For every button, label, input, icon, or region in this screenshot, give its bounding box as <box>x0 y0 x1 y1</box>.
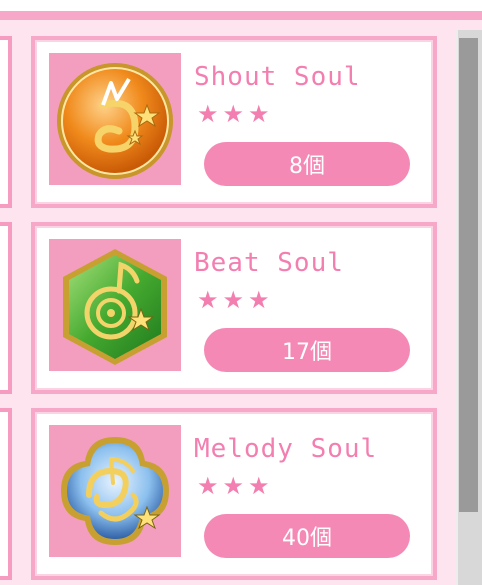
melody-soul-medal-icon <box>61 437 169 545</box>
header-white-band <box>0 0 482 11</box>
item-thumbnail <box>49 425 181 557</box>
shout-soul-medal-icon <box>57 63 173 179</box>
item-rarity-stars: ★★★ <box>197 286 274 314</box>
item-card-body: Beat Soul ★★★ 17個 <box>35 226 433 390</box>
item-name: Beat Soul <box>194 248 344 278</box>
left-card-partial[interactable] <box>0 36 12 208</box>
item-card-body: Shout Soul ★★★ 8個 <box>35 40 433 204</box>
item-card-beat-soul[interactable]: Beat Soul ★★★ 17個 <box>31 222 437 394</box>
item-card-body: Melody Soul ★★★ 40個 <box>35 412 433 576</box>
item-count-badge: 17個 <box>204 328 410 372</box>
item-thumbnail <box>49 239 181 371</box>
item-card-shout-soul[interactable]: Shout Soul ★★★ 8個 <box>31 36 437 208</box>
item-name: Melody Soul <box>194 434 378 464</box>
item-count-badge: 40個 <box>204 514 410 558</box>
item-rarity-stars: ★★★ <box>197 472 274 500</box>
item-card-melody-soul[interactable]: Melody Soul ★★★ 40個 <box>31 408 437 580</box>
left-card-partial[interactable] <box>0 408 12 580</box>
item-rarity-stars: ★★★ <box>197 100 274 128</box>
item-count-badge: 8個 <box>204 142 410 186</box>
scrollbar-thumb[interactable] <box>459 38 478 512</box>
header-pink-stripe <box>0 11 482 20</box>
left-card-partial[interactable] <box>0 222 12 394</box>
soul-item-list[interactable]: Shout Soul ★★★ 8個 Beat Soul ★★★ 17個 Melo… <box>0 20 452 585</box>
item-name: Shout Soul <box>194 62 361 92</box>
item-thumbnail <box>49 53 181 185</box>
beat-soul-medal-icon <box>63 249 167 365</box>
